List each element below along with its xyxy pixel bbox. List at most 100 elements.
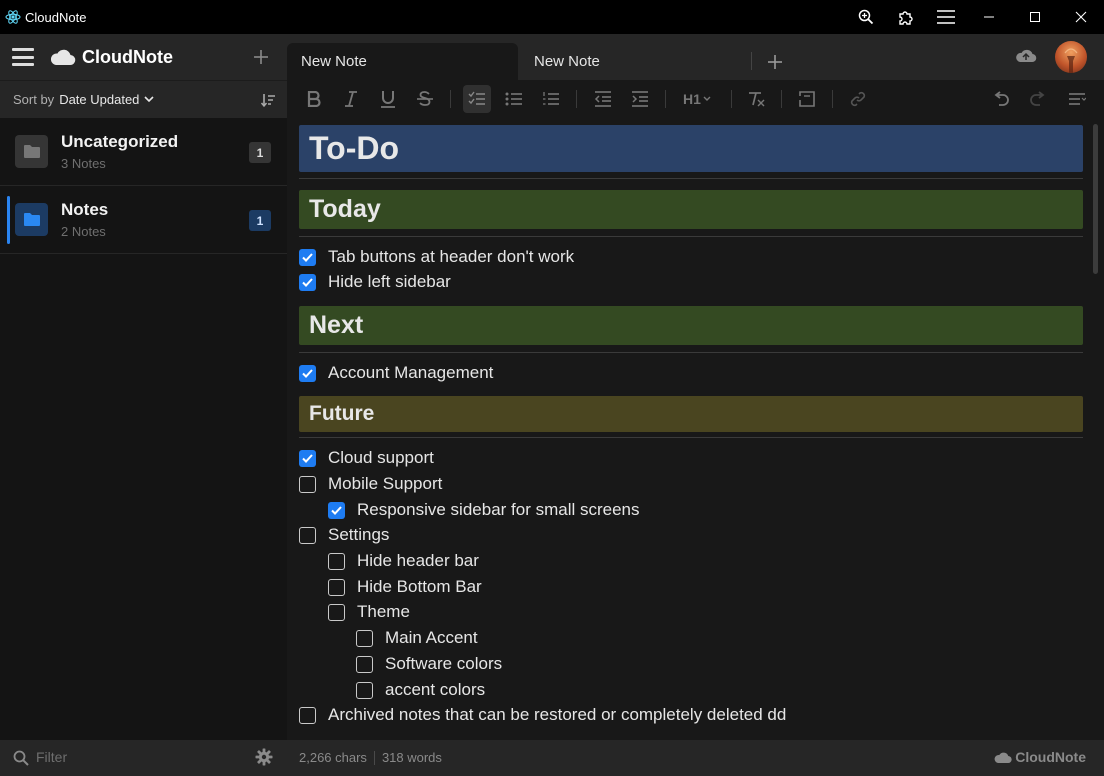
add-tab-button[interactable] (764, 51, 786, 73)
bold-icon[interactable] (300, 85, 328, 113)
close-icon[interactable] (1058, 0, 1104, 34)
more-icon[interactable] (1063, 85, 1091, 113)
checklist-item: Settings (299, 524, 389, 546)
clear-format-icon[interactable] (742, 85, 770, 113)
unchecked-checkbox[interactable] (299, 706, 316, 724)
tab-new-note-2[interactable]: New Note (520, 43, 751, 80)
window-title: CloudNote (25, 9, 87, 25)
checked-checkbox[interactable] (299, 449, 316, 467)
checklist-item-text[interactable]: accent colors (385, 680, 485, 700)
undo-icon[interactable] (987, 85, 1015, 113)
folder-uncategorized[interactable]: Uncategorized 3 Notes 1 (0, 118, 287, 186)
unchecked-checkbox[interactable] (328, 552, 345, 570)
heading-label: H1 (683, 91, 701, 107)
checked-checkbox[interactable] (328, 501, 345, 519)
checklist-item-text[interactable]: Hide header bar (357, 551, 479, 571)
checklist-item-text[interactable]: Archived notes that can be restored or c… (328, 705, 786, 725)
bottom-bar: Filter 2,266 chars 318 words CloudNote (0, 740, 1104, 776)
chevron-down-icon[interactable] (144, 95, 154, 105)
hamburger-icon[interactable] (12, 48, 34, 66)
sort-dropdown[interactable]: Date Updated (59, 92, 139, 107)
search-icon (13, 750, 29, 771)
outdent-icon[interactable] (589, 85, 617, 113)
checklist-item: Archived notes that can be restored or c… (299, 704, 786, 726)
sort-bar: Sort by Date Updated (0, 80, 287, 118)
gear-icon[interactable] (255, 748, 273, 771)
minimize-icon[interactable] (966, 0, 1012, 34)
checklist-item-text[interactable]: Theme (357, 602, 410, 622)
checklist-item: Hide Bottom Bar (328, 576, 482, 598)
add-folder-button[interactable] (249, 45, 273, 69)
heading-icon[interactable]: H1 (679, 85, 715, 113)
maximize-icon[interactable] (1012, 0, 1058, 34)
sort-order-icon[interactable] (260, 92, 276, 113)
footer-brand-text: CloudNote (1015, 749, 1086, 765)
checklist-item-text[interactable]: Account Management (328, 363, 493, 383)
folder-icon (15, 203, 48, 236)
title-bar: CloudNote (0, 0, 1104, 34)
active-folder-indicator (7, 196, 10, 244)
checklist-item-text[interactable]: Cloud support (328, 448, 434, 468)
checklist-item-text[interactable]: Hide Bottom Bar (357, 577, 482, 597)
unchecked-checkbox[interactable] (328, 578, 345, 596)
section-future[interactable]: Future (299, 396, 1083, 432)
checklist-item-text[interactable]: Mobile Support (328, 474, 442, 494)
extensions-icon[interactable] (886, 0, 926, 34)
word-count: 318 words (381, 750, 442, 765)
scrollbar-thumb[interactable] (1093, 124, 1098, 274)
checked-checkbox[interactable] (299, 364, 316, 382)
checklist-item-text[interactable]: Responsive sidebar for small screens (357, 500, 640, 520)
checkmark-icon (302, 453, 313, 463)
react-icon (5, 9, 21, 25)
section-today[interactable]: Today (299, 190, 1083, 229)
note-title[interactable]: To-Do (299, 125, 1083, 172)
checkmark-icon (302, 277, 313, 287)
sort-by-label: Sort by (13, 92, 55, 107)
cloud-upload-icon[interactable] (1015, 48, 1037, 69)
checklist-item-text[interactable]: Hide left sidebar (328, 272, 451, 292)
checklist-item: Hide left sidebar (299, 271, 451, 293)
checklist-item: Main Accent (356, 627, 478, 649)
note-editor[interactable]: To-Do Today Next Future Tab buttons at h… (287, 118, 1104, 740)
folder-notes[interactable]: Notes 2 Notes 1 (0, 186, 287, 254)
unchecked-checkbox[interactable] (356, 655, 373, 673)
tab-new-note-1[interactable]: New Note (287, 43, 518, 80)
checklist-item: Hide header bar (328, 550, 479, 572)
unchecked-checkbox[interactable] (299, 526, 316, 544)
folder-name: Uncategorized (61, 132, 179, 151)
tab-bar: New Note New Note (287, 34, 1104, 80)
frame-icon[interactable] (793, 85, 821, 113)
unchecked-checkbox[interactable] (356, 681, 373, 699)
char-count: 2,266 chars (299, 750, 367, 765)
indent-icon[interactable] (626, 85, 654, 113)
brand-name: CloudNote (82, 46, 173, 67)
unchecked-checkbox[interactable] (356, 629, 373, 647)
checklist-item-text[interactable]: Tab buttons at header don't work (328, 247, 574, 267)
format-toolbar: H1 (287, 80, 1104, 118)
toolbar-divider (576, 90, 577, 108)
strikethrough-icon[interactable] (411, 85, 439, 113)
checked-checkbox[interactable] (299, 273, 316, 291)
checklist-icon[interactable] (463, 85, 491, 113)
avatar[interactable] (1055, 41, 1087, 73)
tab-divider (751, 52, 752, 70)
checklist-item-text[interactable]: Settings (328, 525, 389, 545)
unchecked-checkbox[interactable] (328, 603, 345, 621)
checklist-item: Theme (328, 601, 410, 623)
zoom-in-icon[interactable] (846, 0, 886, 34)
checklist-item-text[interactable]: Main Accent (385, 628, 478, 648)
bullet-list-icon[interactable] (500, 85, 528, 113)
folder-icon (15, 135, 48, 168)
checklist-item-text[interactable]: Software colors (385, 654, 502, 674)
folder-badge: 1 (249, 142, 271, 163)
italic-icon[interactable] (337, 85, 365, 113)
redo-icon[interactable] (1024, 85, 1052, 113)
filter-input[interactable]: Filter (36, 749, 67, 765)
section-next[interactable]: Next (299, 306, 1083, 345)
underline-icon[interactable] (374, 85, 402, 113)
numbered-list-icon[interactable] (537, 85, 565, 113)
menu-icon[interactable] (926, 0, 966, 34)
checked-checkbox[interactable] (299, 248, 316, 266)
link-icon[interactable] (844, 85, 872, 113)
unchecked-checkbox[interactable] (299, 475, 316, 493)
